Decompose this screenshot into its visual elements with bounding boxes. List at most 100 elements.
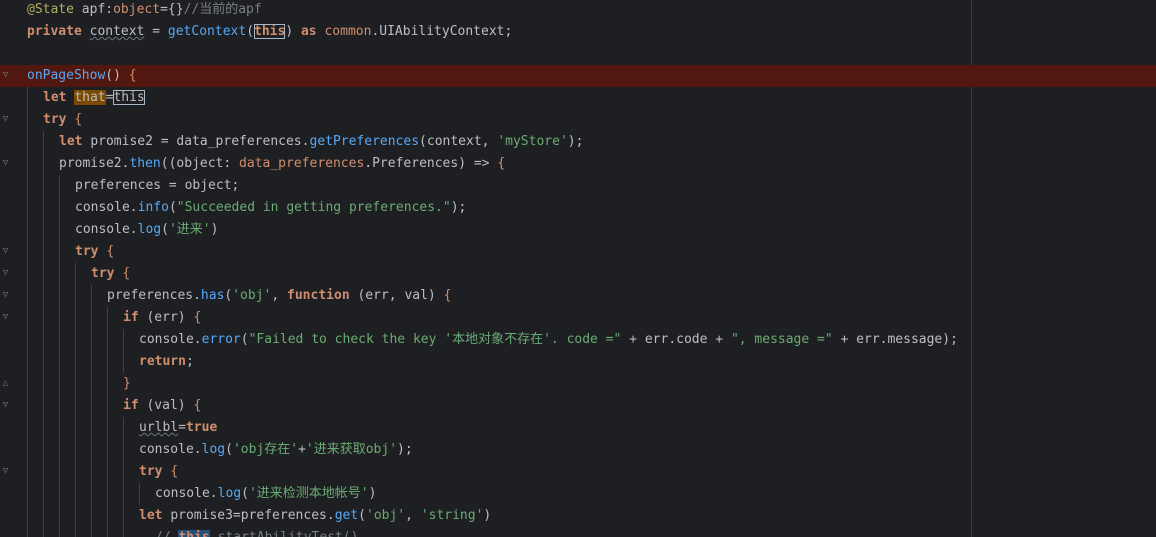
fold-toggle-icon[interactable]: ▽ <box>1 268 10 279</box>
code-token: log <box>137 222 162 237</box>
code-line[interactable]: ▽ promise2.then((object: data_preferences… <box>0 153 1156 175</box>
code-token: { <box>128 68 137 83</box>
fold-toggle-icon[interactable]: ▽ <box>1 466 10 477</box>
code-line[interactable]: ▽ if (err) { <box>0 307 1156 329</box>
code-token: promise2. <box>59 156 130 171</box>
code-token: has <box>200 288 225 303</box>
indent-guide <box>107 307 108 537</box>
fold-toggle-icon[interactable]: ▽ <box>1 70 10 81</box>
code-line[interactable]: console.log('进来检测本地帐号') <box>0 483 1156 505</box>
code-token: { <box>443 288 452 303</box>
code-line[interactable]: return; <box>0 351 1156 373</box>
code-line[interactable]: ▽ try { <box>0 109 1156 131</box>
fold-toggle-icon[interactable]: △ <box>1 378 10 389</box>
code-text: let promise2 = data_preferences.getPrefe… <box>59 131 583 153</box>
code-token: ); <box>450 200 467 215</box>
code-line[interactable]: ▽ try { <box>0 241 1156 263</box>
code-line[interactable]: console.error("Failed to check the key '… <box>0 329 1156 351</box>
code-line[interactable]: let that=this <box>0 87 1156 109</box>
code-token: = <box>178 420 186 435</box>
indent-guide <box>59 175 60 537</box>
code-line[interactable]: private context = getContext(this) as co… <box>0 21 1156 43</box>
code-line[interactable]: let promise2 = data_preferences.getPrefe… <box>0 131 1156 153</box>
code-token: error <box>201 332 241 347</box>
fold-toggle-icon[interactable]: ▽ <box>1 114 10 125</box>
code-token: // <box>155 530 178 537</box>
code-line[interactable]: ▽ preferences.has('obj', function (err, v… <box>0 285 1156 307</box>
fold-toggle-icon[interactable]: ▽ <box>1 400 10 411</box>
indent-guide <box>139 483 140 505</box>
code-token: + err.message); <box>832 332 958 347</box>
code-text: console.log('obj存在'+'进来获取obj'); <box>139 439 413 461</box>
code-line[interactable]: urlbl=true <box>0 417 1156 439</box>
code-token: log <box>201 442 226 457</box>
code-token: { <box>106 244 115 259</box>
code-text: console.log('进来检测本地帐号') <box>155 483 376 505</box>
code-token: ); <box>397 442 413 457</box>
code-token: + err.code + <box>621 332 731 347</box>
code-line[interactable]: // this.startAbilityTest() <box>0 527 1156 537</box>
code-token: let <box>43 90 75 105</box>
code-token: ) <box>483 508 492 523</box>
code-token: { <box>170 464 179 479</box>
code-line[interactable]: preferences = object; <box>0 175 1156 197</box>
code-token: this <box>254 24 286 39</box>
code-line[interactable]: console.log('进来') <box>0 219 1156 241</box>
code-token: private <box>27 24 90 39</box>
code-text: onPageShow() { <box>27 65 137 87</box>
code-text: promise2.then((object: data_preferences.… <box>59 153 505 175</box>
code-text: if (err) { <box>123 307 201 329</box>
code-line[interactable]: console.log('obj存在'+'进来获取obj'); <box>0 439 1156 461</box>
code-token: try <box>75 244 107 259</box>
code-token: ( <box>358 508 366 523</box>
code-text: } <box>123 373 131 395</box>
code-editor[interactable]: { "editor": { "lines": [ {"segments":[{"… <box>0 0 1156 537</box>
indent-guide <box>91 285 92 537</box>
code-token: apf <box>81 2 106 17</box>
code-token: , <box>271 288 288 303</box>
code-token: this <box>113 90 145 105</box>
code-token: ) <box>368 486 377 501</box>
code-token: () <box>105 68 129 83</box>
code-token: try <box>43 112 75 127</box>
code-token: ", message =" <box>730 332 833 347</box>
code-line[interactable]: console.info("Succeeded in getting prefe… <box>0 197 1156 219</box>
code-line[interactable] <box>0 43 1156 65</box>
code-token: .startAbilityTest() <box>210 530 359 537</box>
code-token: promise2 = data_preferences. <box>90 134 310 149</box>
code-token: "Succeeded in getting preferences." <box>176 200 451 215</box>
code-text: preferences.has('obj', function (err, va… <box>107 285 451 307</box>
fold-toggle-icon[interactable]: ▽ <box>1 290 10 301</box>
code-token: info <box>137 200 169 215</box>
code-token: (err) <box>146 310 194 325</box>
code-line[interactable]: ▽ if (val) { <box>0 395 1156 417</box>
fold-toggle-icon[interactable]: ▽ <box>1 246 10 257</box>
code-line[interactable]: △} <box>0 373 1156 395</box>
code-token: '进来获取obj' <box>305 442 398 457</box>
code-token: onPageShow <box>27 68 106 83</box>
code-token: context <box>89 24 145 39</box>
code-line-breakpoint[interactable]: ▽ onPageShow() { <box>0 65 1156 87</box>
code-token: object <box>113 2 161 17</box>
code-token: 'string' <box>420 508 484 523</box>
code-line[interactable]: ▽ try { <box>0 461 1156 483</box>
code-text: try { <box>75 241 114 263</box>
code-token: return <box>139 354 186 369</box>
code-text: urlbl=true <box>139 417 217 439</box>
code-token: ); <box>567 134 584 149</box>
code-token: get <box>334 508 359 523</box>
code-text: // this.startAbilityTest() <box>155 527 359 537</box>
code-token: { <box>193 398 202 413</box>
code-line[interactable]: ▽ try { <box>0 263 1156 285</box>
code-token: ={} <box>160 2 184 17</box>
fold-toggle-icon[interactable]: ▽ <box>1 312 10 323</box>
code-text: console.info("Succeeded in getting prefe… <box>75 197 466 219</box>
fold-toggle-icon[interactable]: ▽ <box>1 158 10 169</box>
code-token: { <box>193 310 202 325</box>
code-text: let that=this <box>43 87 145 109</box>
code-token: ) <box>210 222 219 237</box>
code-token: (err, val) <box>357 288 444 303</box>
code-token: true <box>185 420 218 435</box>
code-line[interactable]: @State apf:object={}//当前的apf <box>0 0 1156 21</box>
code-line[interactable]: let promise3=preferences.get('obj', 'str… <box>0 505 1156 527</box>
